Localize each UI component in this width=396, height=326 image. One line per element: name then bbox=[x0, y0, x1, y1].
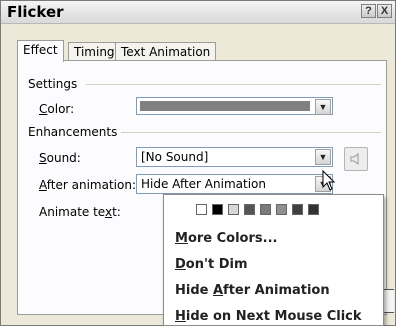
swatch-color[interactable] bbox=[292, 204, 303, 215]
swatch-color[interactable] bbox=[308, 204, 319, 215]
settings-divider bbox=[86, 84, 381, 85]
sound-label-accel: S bbox=[39, 151, 47, 165]
enhancements-group-label: Enhancements bbox=[28, 125, 122, 139]
animate-label-pre: Animate te bbox=[39, 205, 105, 219]
menu-item-hide-after-animation[interactable]: Hide After Animation bbox=[175, 283, 330, 298]
speaker-icon[interactable] bbox=[344, 147, 368, 171]
menu-item-hide-on-next-click[interactable]: Hide on Next Mouse Click bbox=[175, 309, 362, 324]
swatch-color[interactable] bbox=[196, 204, 207, 215]
settings-group-label: Settings bbox=[28, 77, 82, 91]
help-button[interactable]: ? bbox=[361, 4, 376, 18]
menu-accel: H bbox=[175, 309, 186, 324]
close-button[interactable]: X bbox=[377, 4, 392, 18]
swatch-color[interactable] bbox=[212, 204, 223, 215]
sound-label: Sound: bbox=[39, 151, 81, 165]
tab-text-animation[interactable]: Text Animation bbox=[115, 42, 217, 60]
tab-effect[interactable]: Effect bbox=[17, 40, 64, 62]
sound-dropdown[interactable]: [No Sound] ▼ bbox=[136, 147, 333, 167]
tab-timing[interactable]: Timing bbox=[68, 42, 121, 60]
swatch-color[interactable] bbox=[276, 204, 287, 215]
animate-text-label: Animate text: bbox=[39, 205, 121, 219]
menu-accel: A bbox=[212, 283, 224, 298]
menu-accel: D bbox=[175, 257, 186, 272]
menu-rest: fter Animation bbox=[223, 283, 330, 298]
menu-rest: on't Dim bbox=[185, 257, 248, 272]
after-animation-dropdown[interactable]: Hide After Animation ▼ bbox=[136, 174, 333, 194]
sound-label-rest: ound: bbox=[46, 151, 81, 165]
color-preview-bar bbox=[140, 101, 310, 111]
color-picker[interactable]: ▼ bbox=[136, 97, 333, 115]
menu-item-dont-dim[interactable]: Don't Dim bbox=[175, 257, 248, 272]
sound-value: [No Sound] bbox=[141, 150, 209, 164]
title-bar: Flicker ? X bbox=[1, 1, 395, 24]
enhancements-divider bbox=[112, 132, 381, 133]
after-label-rest: fter animation: bbox=[46, 178, 136, 192]
after-animation-value: Hide After Animation bbox=[141, 177, 266, 191]
swatch-color[interactable] bbox=[260, 204, 271, 215]
mouse-cursor-icon bbox=[322, 170, 336, 191]
dialog-title: Flicker bbox=[7, 3, 64, 21]
menu-accel: M bbox=[175, 231, 188, 246]
swatch-color[interactable] bbox=[244, 204, 255, 215]
menu-rest: ore Colors... bbox=[187, 231, 278, 246]
color-label: Color: bbox=[39, 102, 74, 116]
color-label-rest: olor: bbox=[47, 102, 75, 116]
chevron-down-icon[interactable]: ▼ bbox=[315, 149, 331, 165]
menu-item-more-colors[interactable]: More Colors... bbox=[175, 231, 277, 246]
chevron-down-icon[interactable]: ▼ bbox=[315, 99, 331, 115]
after-animation-menu: More Colors... Don't Dim Hide After Anim… bbox=[163, 194, 384, 326]
animate-label-post: t: bbox=[112, 205, 121, 219]
after-animation-label: After animation: bbox=[39, 178, 136, 192]
menu-rest: ide on Next Mouse Click bbox=[185, 309, 362, 324]
menu-pre: Hide bbox=[175, 283, 213, 298]
swatch-color[interactable] bbox=[228, 204, 239, 215]
after-label-accel: A bbox=[39, 178, 47, 192]
